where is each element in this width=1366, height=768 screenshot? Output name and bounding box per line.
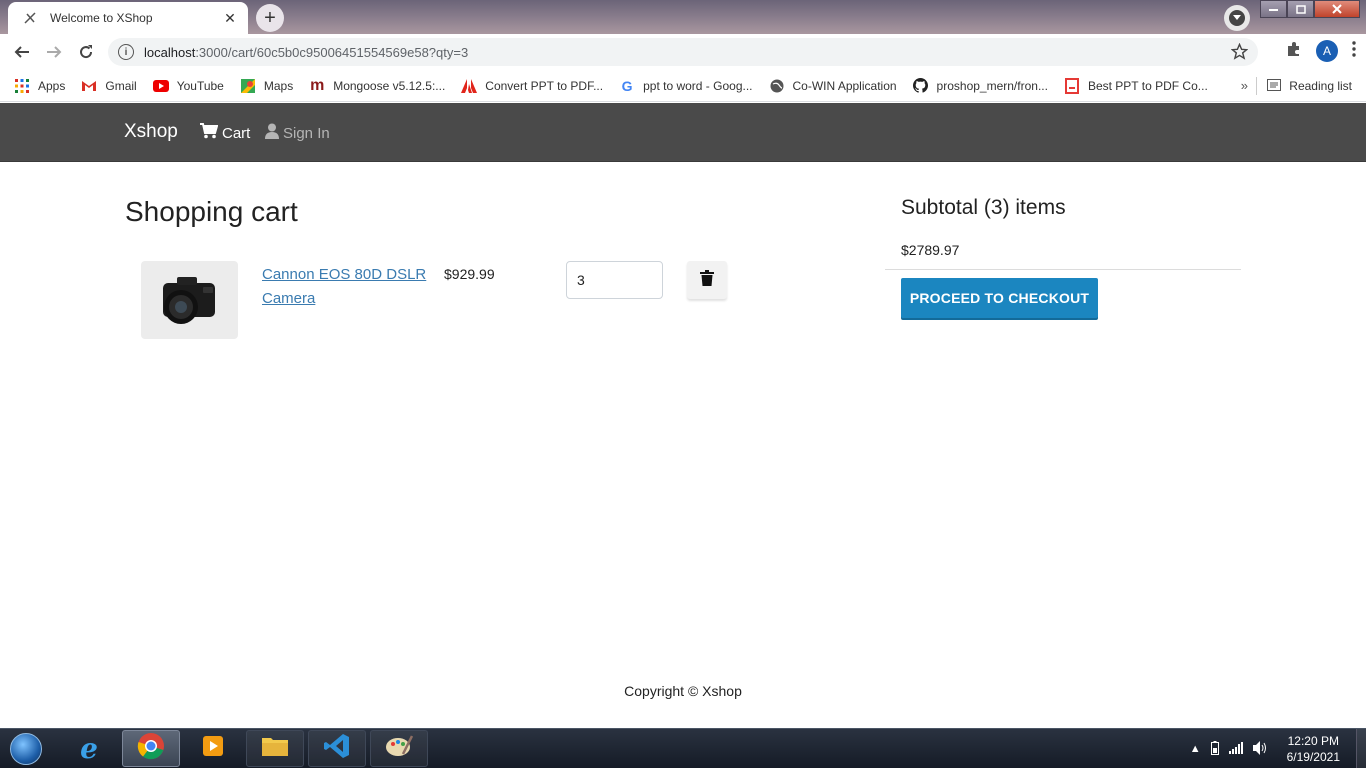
bookmark-gmail[interactable]: Gmail	[81, 78, 137, 94]
folder-icon	[261, 734, 289, 763]
summary-divider	[885, 269, 1241, 270]
adobe-icon	[461, 78, 478, 94]
show-hidden-icons-icon[interactable]: ▲	[1190, 743, 1201, 755]
trash-icon	[700, 269, 714, 291]
url-text: localhost:3000/cart/60c5b0c9500645155456…	[144, 44, 469, 60]
subtotal-amount: $2789.97	[901, 242, 960, 258]
page-title: Shopping cart	[125, 196, 298, 227]
clock-date: 6/19/2021	[1286, 750, 1340, 764]
extensions-puzzle-icon[interactable]	[1286, 41, 1302, 62]
forward-arrow-icon[interactable]	[42, 40, 66, 64]
chrome-icon	[137, 732, 165, 765]
github-icon	[913, 78, 929, 94]
bookmarks-overflow-button[interactable]: »	[1241, 78, 1248, 93]
remove-item-button[interactable]	[687, 261, 727, 299]
window-controls	[1260, 0, 1360, 18]
brand-logo[interactable]: Xshop	[124, 121, 178, 143]
paint-palette-icon	[385, 734, 414, 763]
tab-search-button[interactable]	[1224, 5, 1250, 31]
bookmark-convert-ppt[interactable]: Convert PPT to PDF...	[461, 78, 603, 94]
maximize-button[interactable]	[1287, 0, 1314, 18]
browser-toolbar: i localhost:3000/cart/60c5b0c95006451554…	[0, 34, 1366, 70]
taskbar-vscode[interactable]	[308, 730, 366, 767]
bookmark-star-icon[interactable]	[1230, 42, 1249, 65]
back-arrow-icon[interactable]	[10, 40, 34, 64]
reading-list-button[interactable]: Reading list	[1256, 77, 1352, 95]
toolbar-right: A	[1286, 40, 1356, 62]
xshop-favicon-icon	[22, 10, 38, 26]
clock-time: 12:20 PM	[1287, 734, 1339, 748]
product-name-link[interactable]: Cannon EOS 80D DSLR Camera	[262, 263, 432, 311]
minimize-button[interactable]	[1260, 0, 1287, 18]
browser-tab-strip: Welcome to XShop ✕ +	[0, 0, 1366, 34]
chevron-down-icon	[1229, 10, 1245, 26]
tab-close-icon[interactable]: ✕	[222, 10, 238, 27]
taskbar-clock[interactable]: 12:20 PM 6/19/2021	[1287, 733, 1340, 765]
reading-list-icon	[1267, 78, 1282, 94]
start-button[interactable]	[6, 731, 46, 767]
taskbar-internet-explorer[interactable]: e	[60, 730, 118, 767]
globe-icon	[769, 78, 785, 94]
bookmark-maps[interactable]: Maps	[240, 78, 293, 94]
windows-taskbar: e ▲ 12:20 PM 6/19/2021	[0, 728, 1366, 768]
address-bar[interactable]: i localhost:3000/cart/60c5b0c95006451554…	[108, 38, 1258, 66]
footer-copyright: Copyright © Xshop	[624, 683, 742, 699]
youtube-icon	[152, 78, 169, 94]
vscode-icon	[324, 733, 350, 764]
bookmark-youtube[interactable]: YouTube	[152, 78, 224, 94]
system-tray: ▲ 12:20 PM 6/19/2021	[1190, 729, 1366, 768]
bookmarks-bar: Apps Gmail YouTube Maps m Mongoose v5.12…	[0, 70, 1366, 102]
reload-icon[interactable]	[74, 40, 98, 64]
new-tab-button[interactable]: +	[256, 4, 284, 32]
bookmark-best-ppt[interactable]: Best PPT to PDF Co...	[1064, 77, 1208, 94]
proceed-to-checkout-button[interactable]: PROCEED TO CHECKOUT	[901, 278, 1098, 318]
gmail-icon	[81, 78, 97, 94]
bookmark-apps[interactable]: Apps	[14, 78, 65, 94]
maps-icon	[240, 78, 256, 94]
windows-logo-icon	[10, 733, 42, 765]
bookmark-mongoose[interactable]: m Mongoose v5.12.5:...	[309, 76, 445, 94]
product-price: $929.99	[444, 266, 495, 282]
kebab-menu-icon[interactable]	[1352, 40, 1356, 62]
close-window-button[interactable]	[1314, 0, 1360, 18]
user-icon	[265, 123, 283, 143]
taskbar-file-explorer[interactable]	[246, 730, 304, 767]
bookmark-cowin[interactable]: Co-WIN Application	[769, 78, 897, 94]
battery-icon[interactable]	[1210, 740, 1219, 758]
app-navbar: Xshop Cart Sign In	[0, 103, 1366, 162]
bookmark-proshop-github[interactable]: proshop_mern/fron...	[913, 78, 1048, 94]
tray-icons: ▲	[1190, 740, 1269, 758]
tab-title: Welcome to XShop	[50, 11, 153, 25]
product-image	[141, 261, 238, 339]
quantity-select[interactable]: 3	[566, 261, 663, 299]
apps-grid-icon	[14, 78, 30, 94]
subtotal-heading: Subtotal (3) items	[901, 196, 1066, 219]
show-desktop-button[interactable]	[1356, 729, 1366, 768]
browser-tab[interactable]: Welcome to XShop ✕	[8, 2, 248, 34]
google-icon: G	[621, 77, 633, 94]
shopping-cart-icon	[200, 123, 222, 143]
media-player-icon	[201, 734, 225, 763]
site-info-icon[interactable]: i	[118, 44, 134, 60]
volume-icon[interactable]	[1252, 740, 1269, 758]
bookmarks-divider	[1256, 77, 1258, 95]
pdf-icon	[1064, 77, 1080, 94]
network-signal-icon[interactable]	[1228, 741, 1243, 757]
nav-sign-in-link[interactable]: Sign In	[265, 123, 330, 143]
nav-cart-link[interactable]: Cart	[200, 123, 250, 143]
profile-avatar[interactable]: A	[1316, 40, 1338, 62]
taskbar-paint[interactable]	[370, 730, 428, 767]
mongoose-icon: m	[310, 76, 325, 94]
camera-photo	[162, 277, 215, 324]
taskbar-media-player[interactable]	[184, 730, 242, 767]
taskbar-chrome[interactable]	[122, 730, 180, 767]
bookmark-ppt-to-word[interactable]: G ppt to word - Goog...	[619, 77, 753, 94]
internet-explorer-icon: e	[80, 732, 98, 765]
